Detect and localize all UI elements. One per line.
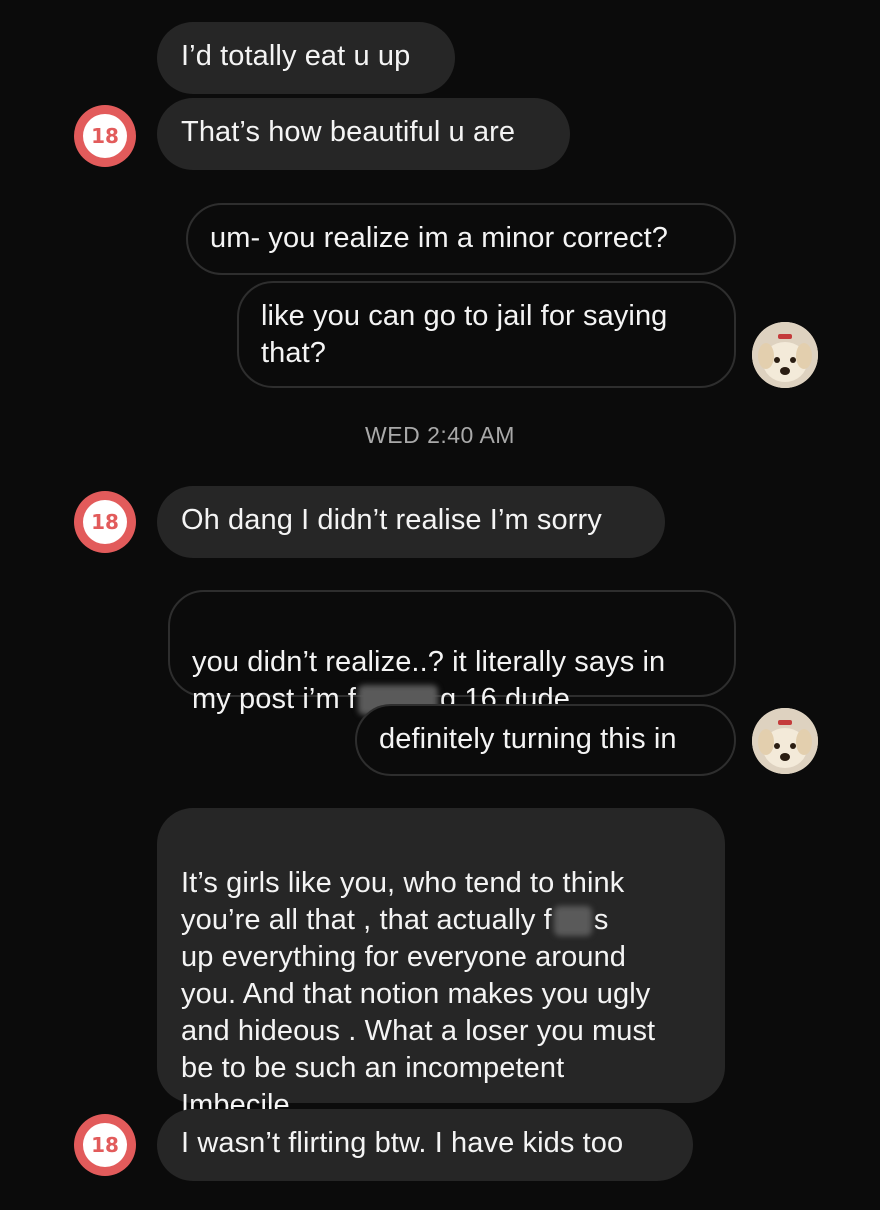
message-bubble-incoming[interactable]: I wasn’t flirting btw. I have kids too	[157, 1109, 693, 1181]
puppy-avatar-icon[interactable]	[752, 708, 818, 774]
message-bubble-outgoing[interactable]: like you can go to jail for saying that?	[237, 281, 736, 388]
message-bubble-outgoing[interactable]: um- you realize im a minor correct?	[186, 203, 736, 275]
sender-avatar-badge-icon[interactable]: 18	[74, 1114, 136, 1176]
message-bubble-outgoing[interactable]: definitely turning this in	[355, 704, 736, 776]
message-bubble-outgoing[interactable]: you didn’t realize..? it literally says …	[168, 590, 736, 716]
message-thread: I’d totally eat u up 18 That’s how beaut…	[0, 0, 880, 1210]
sender-avatar-badge-icon[interactable]: 18	[74, 491, 136, 553]
badge-label: 18	[83, 114, 127, 158]
message-text: s up everything for everyone around you.…	[181, 904, 656, 1121]
message-timestamp: WED 2:40 AM	[365, 422, 515, 448]
message-bubble-incoming[interactable]: It’s girls like you, who tend to think y…	[157, 808, 725, 1121]
message-bubble-incoming[interactable]: That’s how beautiful u are	[157, 98, 570, 170]
badge-label: 18	[83, 500, 127, 544]
badge-label: 18	[83, 1123, 127, 1167]
censored-word	[553, 906, 592, 937]
sender-avatar-badge-icon[interactable]: 18	[74, 105, 136, 167]
puppy-avatar-icon[interactable]	[752, 322, 818, 388]
message-bubble-incoming[interactable]: I’d totally eat u up	[157, 22, 455, 94]
message-bubble-incoming[interactable]: Oh dang I didn’t realise I’m sorry	[157, 486, 665, 558]
